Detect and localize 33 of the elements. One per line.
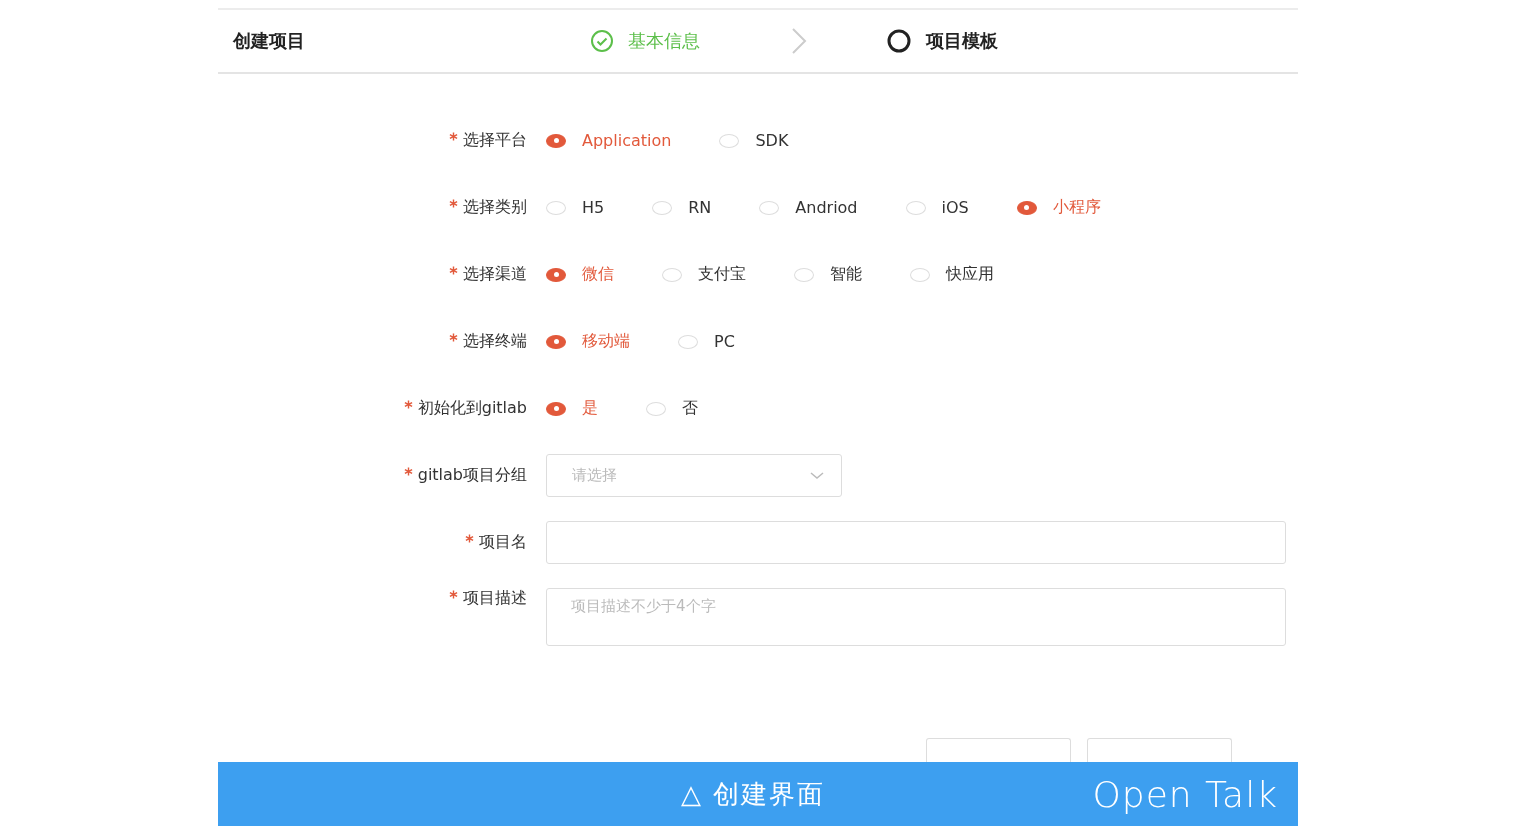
radio-option[interactable]: 智能 bbox=[794, 264, 862, 285]
field-label: 选择类别 bbox=[463, 197, 527, 216]
field-label: gitlab项目分组 bbox=[417, 465, 527, 484]
radio-option[interactable]: Application bbox=[546, 131, 672, 150]
radio-option[interactable]: 快应用 bbox=[910, 264, 994, 285]
radio-option[interactable]: Andriod bbox=[759, 198, 858, 217]
radio-option[interactable]: RN bbox=[652, 198, 712, 217]
radio-option[interactable]: 支付宝 bbox=[662, 264, 746, 285]
radio-option[interactable]: PC bbox=[678, 332, 735, 351]
radio-option[interactable]: SDK bbox=[719, 131, 789, 150]
radio-option[interactable]: 小程序 bbox=[1016, 197, 1101, 218]
field-label: 项目名 bbox=[479, 532, 527, 551]
field-label: 项目描述 bbox=[463, 588, 527, 607]
chevron-right-icon bbox=[790, 27, 808, 55]
form-button[interactable] bbox=[926, 738, 1071, 762]
caption-title: △ 创建界面 bbox=[681, 777, 826, 811]
form-button[interactable] bbox=[1087, 738, 1232, 762]
step-item[interactable]: 项目模板 bbox=[886, 28, 998, 54]
radio-option[interactable]: H5 bbox=[546, 198, 605, 217]
field-label: 选择终端 bbox=[463, 331, 527, 350]
radio-option[interactable]: 是 bbox=[546, 398, 598, 419]
radio-option[interactable]: 微信 bbox=[546, 264, 614, 285]
field-label: 选择渠道 bbox=[463, 264, 527, 283]
page-title: 创建项目 bbox=[233, 29, 306, 53]
input-field[interactable] bbox=[546, 521, 1286, 564]
radio-option[interactable]: iOS bbox=[905, 198, 969, 217]
radio-option[interactable]: 移动端 bbox=[546, 331, 630, 352]
field-label: 选择平台 bbox=[463, 130, 527, 149]
textarea-field[interactable]: 项目描述不少于4个字 bbox=[546, 588, 1286, 646]
radio-option[interactable]: 否 bbox=[646, 398, 698, 419]
chevron-down-icon bbox=[809, 470, 825, 481]
logo: Open Talk bbox=[1092, 773, 1278, 815]
field-label: 初始化到gitlab bbox=[417, 398, 527, 417]
